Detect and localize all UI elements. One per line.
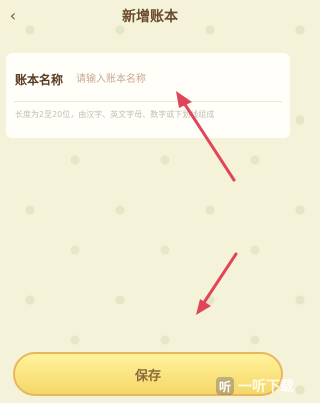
- watermark-logo-icon: 听: [216, 377, 234, 395]
- name-field-row: 账本名称: [6, 53, 290, 99]
- header: ‹ 新增账本: [0, 0, 300, 30]
- page-title: 新增账本: [122, 9, 178, 25]
- divider: [14, 101, 282, 102]
- watermark: 听 一听下载: [216, 376, 294, 396]
- name-input[interactable]: [74, 66, 278, 92]
- arrow-to-save: [196, 252, 238, 315]
- hint-text: 长度为2至20位，由汉字、英文字母、数字或下划线组成: [15, 110, 215, 119]
- name-label: 账本名称: [15, 73, 64, 87]
- watermark-text: 一听下载: [238, 379, 294, 395]
- form-card: 账本名称 长度为2至20位，由汉字、英文字母、数字或下划线组成: [6, 53, 290, 138]
